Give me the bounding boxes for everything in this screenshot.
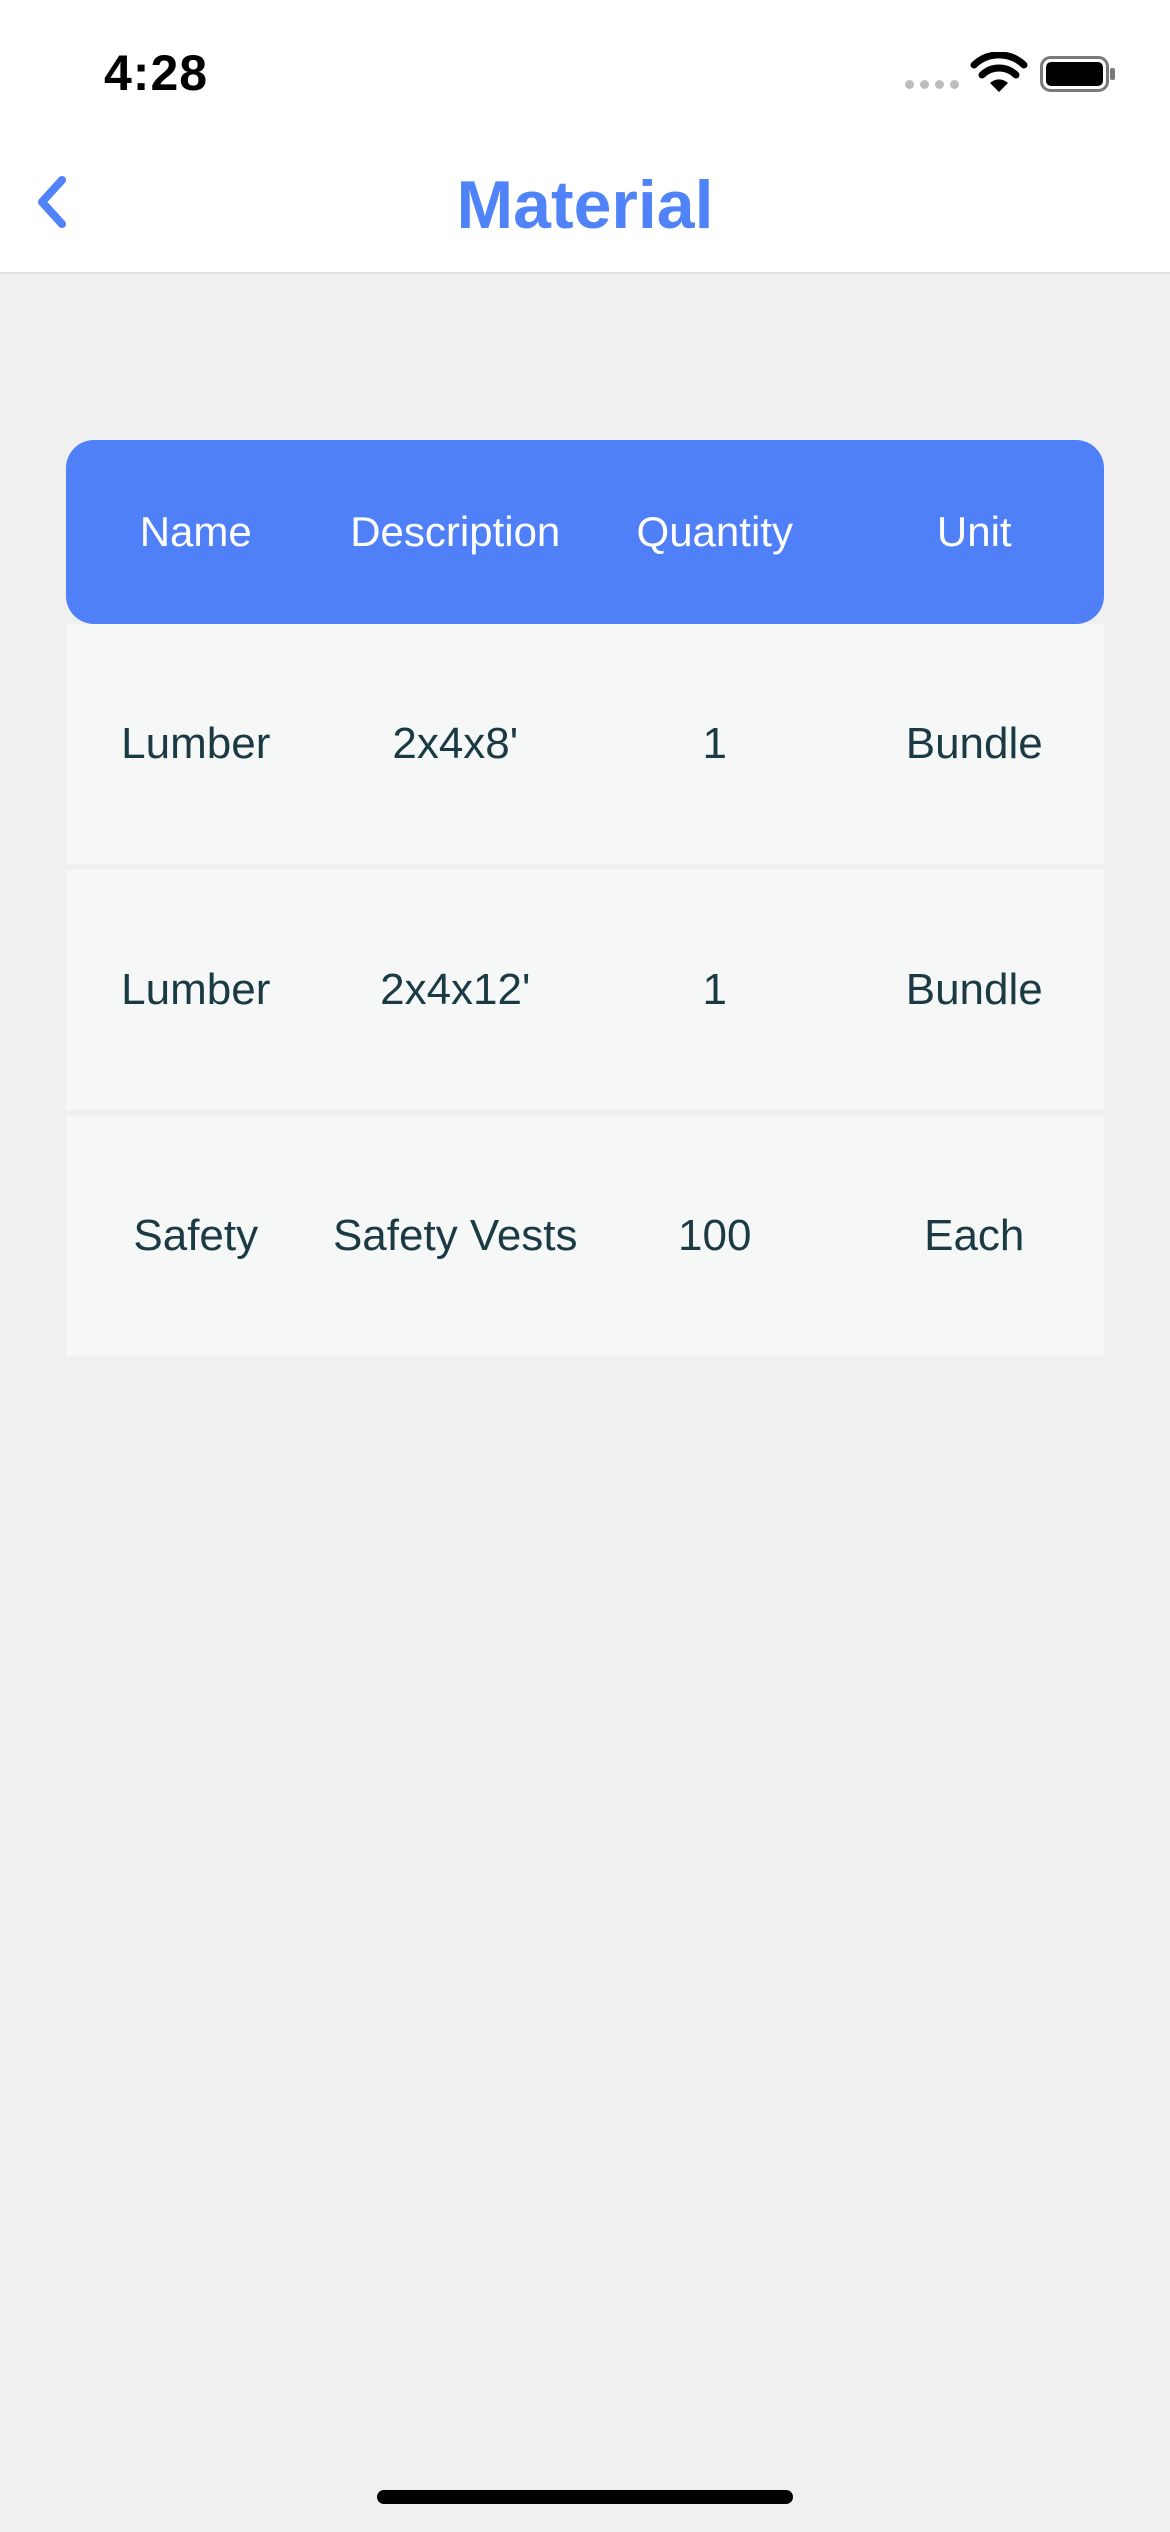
- cell-quantity: 1: [702, 965, 727, 1014]
- cell-name: Lumber: [121, 965, 271, 1014]
- home-indicator[interactable]: [377, 2490, 793, 2504]
- column-header-description: Description: [350, 508, 561, 555]
- battery-icon: [1040, 56, 1115, 92]
- column-header-quantity: Quantity: [636, 508, 793, 555]
- cell-description: Safety Vests: [332, 1211, 578, 1260]
- page-title: Material: [456, 167, 714, 243]
- column-header-name: Name: [139, 508, 252, 555]
- table-row[interactable]: Lumber 2x4x12' 1 Bundle: [66, 870, 1104, 1110]
- cell-name: Lumber: [121, 719, 271, 768]
- column-header-unit: Unit: [936, 508, 1012, 555]
- cell-unit: Each: [924, 1211, 1025, 1260]
- cell-quantity: 1: [702, 719, 727, 768]
- table-row[interactable]: Lumber 2x4x8' 1 Bundle: [66, 624, 1104, 864]
- status-bar: 4:28: [0, 0, 1170, 130]
- table-row[interactable]: Safety Safety Vests 100 Each: [66, 1116, 1104, 1356]
- table-header: Name Description Quantity Unit: [66, 440, 1104, 624]
- cell-name: Safety: [133, 1211, 259, 1260]
- cell-quantity: 100: [678, 1211, 752, 1260]
- cell-unit: Bundle: [905, 965, 1043, 1014]
- materials-table: Name Description Quantity Unit Lumber 2x…: [66, 440, 1104, 1356]
- cell-description: 2x4x12': [380, 965, 531, 1014]
- navigation-bar: Material: [0, 130, 1170, 274]
- cell-unit: Bundle: [905, 719, 1043, 768]
- cell-description: 2x4x8': [392, 719, 519, 768]
- cellular-signal-icon: [905, 80, 959, 89]
- status-time: 4:28: [104, 45, 209, 101]
- wifi-icon: [970, 52, 1028, 92]
